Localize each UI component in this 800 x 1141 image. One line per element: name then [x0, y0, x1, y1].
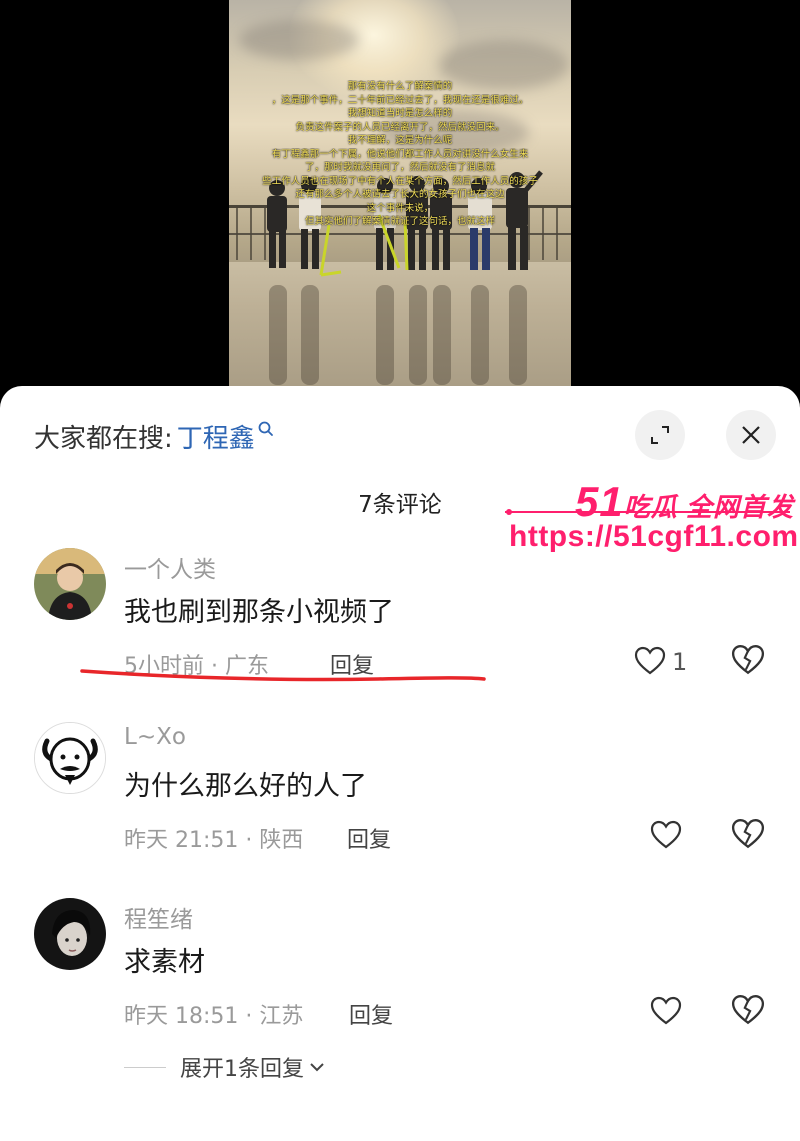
comment-text: 我也刷到那条小视频了 — [124, 597, 394, 628]
avatar[interactable] — [34, 898, 106, 970]
comment-text: 为什么那么好的人了 — [124, 771, 367, 802]
subtitle-line: 但其实他们了解案情就证了这句话，也就这样 — [304, 216, 495, 227]
dislike-button[interactable] — [731, 994, 765, 1028]
avatar[interactable] — [34, 548, 106, 620]
reply-button[interactable]: 回复 — [349, 998, 393, 1030]
divider — [124, 1066, 166, 1068]
video-player[interactable]: 那有没有什么了解案情的 ，这是那个事件，二十年前已经过去了，我现在还是很难过。 … — [0, 0, 800, 390]
subtitle-line: 还有那么多个人被请去了长大的女孩子们也在这边 — [295, 189, 505, 200]
close-icon — [742, 426, 760, 444]
expand-icon — [651, 426, 669, 444]
broken-heart-icon — [731, 819, 765, 849]
watermark-brand-number: 51 — [575, 478, 624, 525]
broken-heart-icon — [731, 995, 765, 1025]
subtitle-line: 了，那时我就没再问了，然后就没有了消息就 — [304, 162, 495, 173]
reply-button[interactable]: 回复 — [347, 822, 391, 854]
subtitle-line: 我不理解，这是为什么呢 — [347, 135, 453, 146]
heart-icon — [634, 646, 666, 675]
comment-item: L~Xo 为什么那么好的人了 昨天 21:51 · 陕西 回复 — [0, 722, 800, 882]
close-button[interactable] — [726, 410, 776, 460]
comment-meta: 昨天 18:51 · 江苏 — [124, 1004, 304, 1029]
subtitle-line: 负责这件案子的人员已经离开了，然后就没回来。 — [295, 121, 505, 133]
subtitle-line: 这个事件未说， — [366, 202, 434, 214]
watermark-line — [505, 509, 790, 515]
subtitle-line: ，这是那个事件，二十年前已经过去了，我现在还是很难过。 — [271, 94, 529, 106]
search-suggestion[interactable]: 大家都在搜: 丁程鑫 — [34, 416, 275, 456]
chevron-down-icon — [310, 1063, 324, 1072]
comment-username[interactable]: L~Xo — [124, 724, 186, 750]
comment-text: 求素材 — [124, 947, 205, 978]
expand-replies-button[interactable]: 展开1条回复 — [124, 1052, 326, 1082]
dislike-button[interactable] — [731, 818, 765, 852]
comment-item: 程笙绪 求素材 昨天 18:51 · 江苏 回复 — [0, 898, 800, 1058]
heart-icon — [650, 996, 682, 1025]
watermark-brand: 51吃瓜 全网首发 — [575, 478, 794, 526]
subtitle-line: 些工作人员也在现场了中有个人在某个方面，然后工作人员的孩子 — [262, 175, 538, 187]
annotation-underline — [80, 669, 486, 682]
broken-heart-icon — [731, 645, 765, 675]
subtitle-line: 有丁程鑫那一个下属，他说他们都工作人员对讲没什么女生来 — [271, 148, 529, 160]
subtitle-line: 那有没有什么了解案情的 — [347, 81, 453, 92]
comment-username[interactable]: 程笙绪 — [124, 900, 193, 934]
dislike-button[interactable] — [731, 644, 765, 678]
watermark-brand-text: 吃瓜 全网首发 — [623, 492, 794, 522]
like-button[interactable] — [650, 818, 684, 852]
avatar[interactable] — [34, 722, 106, 794]
heart-icon — [650, 820, 682, 849]
like-button[interactable] — [634, 644, 668, 678]
like-button[interactable] — [650, 994, 684, 1028]
video-frame[interactable]: 那有没有什么了解案情的 ，这是那个事件，二十年前已经过去了，我现在还是很难过。 … — [229, 0, 571, 390]
subtitle-line: 我想知道当时是怎么样的 — [347, 108, 453, 119]
expand-replies-label: 展开1条回复 — [180, 1057, 304, 1082]
expand-button[interactable] — [635, 410, 685, 460]
comment-username[interactable]: 一个人类 — [124, 550, 216, 584]
like-count: 1 — [672, 648, 688, 676]
comment-meta: 昨天 21:51 · 陕西 — [124, 828, 304, 853]
search-suggestion-label: 大家都在搜: — [34, 423, 173, 454]
search-suggestion-term[interactable]: 丁程鑫 — [177, 418, 255, 455]
search-icon — [258, 421, 273, 436]
video-subtitles: 那有没有什么了解案情的 ，这是那个事件，二十年前已经过去了，我现在还是很难过。 … — [229, 80, 571, 229]
